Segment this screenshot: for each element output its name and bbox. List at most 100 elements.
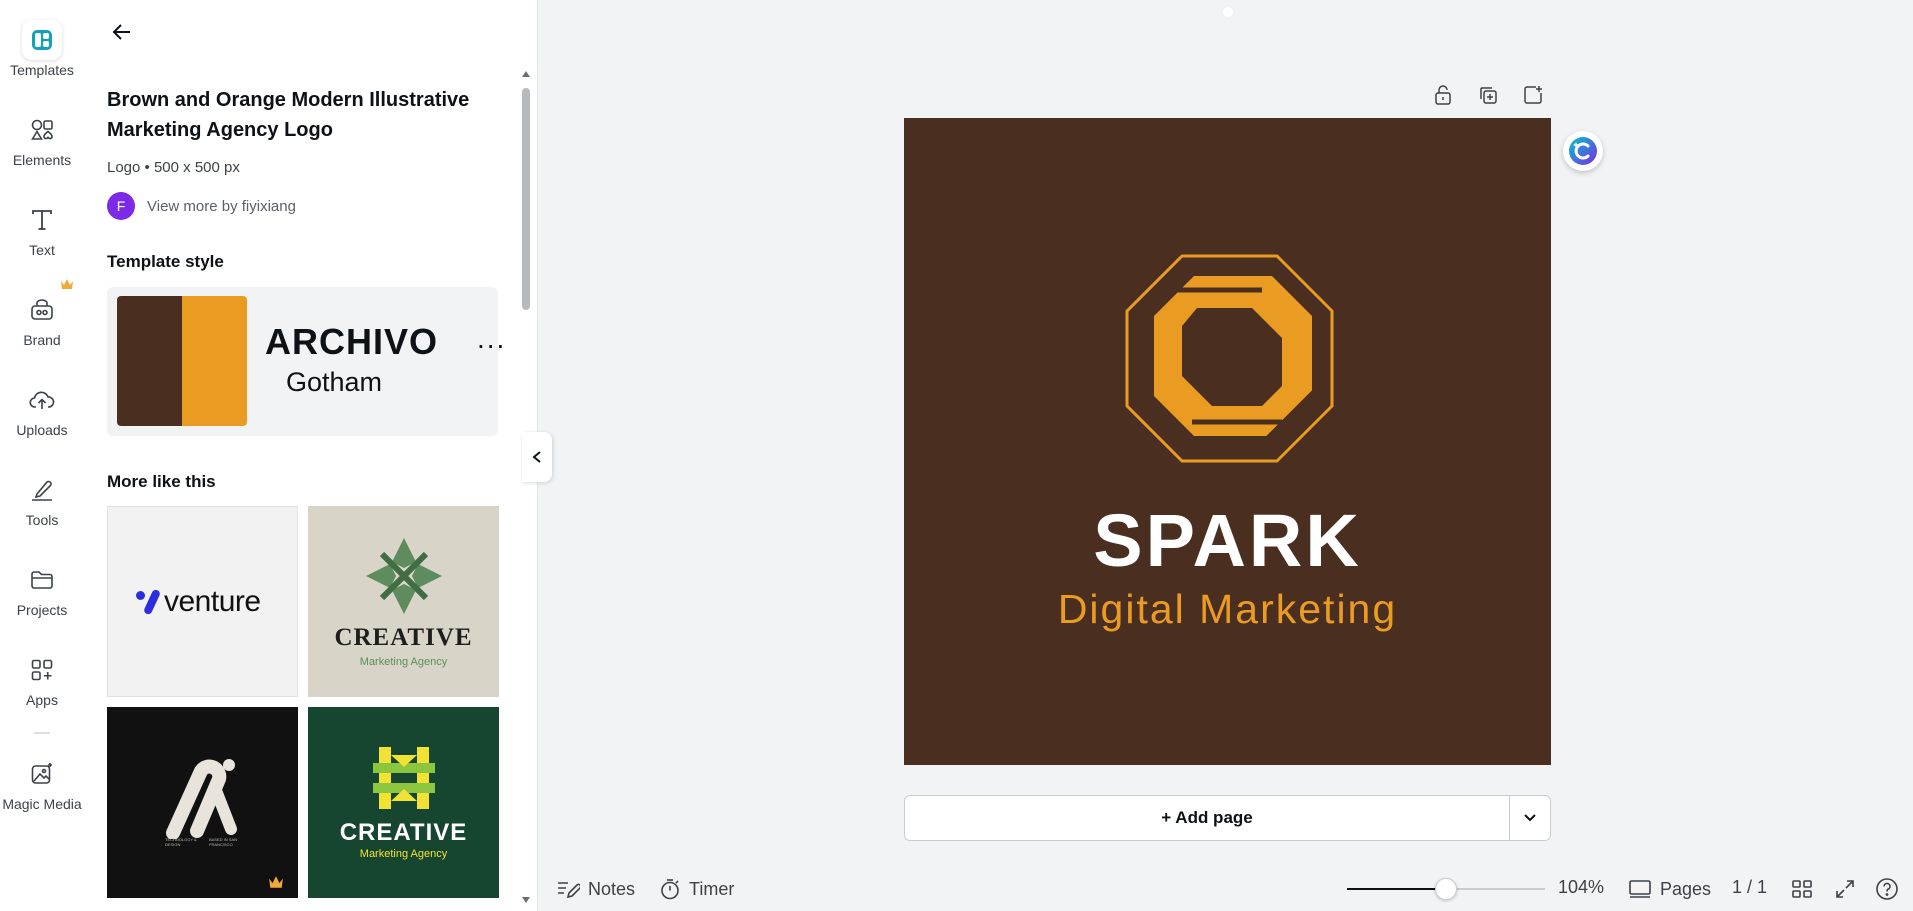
arrow-left-icon xyxy=(112,24,130,40)
template-thumb-creative-beige[interactable]: CREATIVE Marketing Agency xyxy=(308,506,499,697)
template-style-card[interactable]: ARCHIVO ... Gotham xyxy=(107,287,504,436)
rail-label-magic-media: Magic Media xyxy=(2,796,82,812)
add-page-icon-button[interactable] xyxy=(1520,82,1546,108)
chevron-down-icon xyxy=(1524,814,1536,822)
rail-item-uploads[interactable]: Uploads xyxy=(0,380,84,438)
crown-icon xyxy=(61,279,73,289)
dark-thumb-small-left: TECHNOLOGY & DESIGN xyxy=(165,837,197,847)
left-rail: Templates Elements Text Brand Uploads To… xyxy=(0,0,84,911)
author-link[interactable]: F View more by fiyixiang xyxy=(107,192,296,220)
spark-logo-emblem xyxy=(1125,254,1334,463)
font-primary: ARCHIVO xyxy=(265,321,439,362)
creative-green-subtitle: Marketing Agency xyxy=(359,848,448,860)
scroll-up-icon xyxy=(522,71,530,77)
leaf-emblem-icon xyxy=(366,538,442,614)
expand-icon xyxy=(1836,880,1854,898)
color-swatch-brown xyxy=(117,296,182,426)
rail-label-text: Text xyxy=(29,242,55,258)
pages-label: Pages xyxy=(1660,878,1712,899)
template-meta: Logo • 500 x 500 px xyxy=(107,159,240,176)
avatar: F xyxy=(107,192,135,220)
dark-thumb-small-right: BASED IN SAN FRANCISCO xyxy=(209,837,238,847)
rail-item-apps[interactable]: Apps xyxy=(0,650,84,708)
rail-label-brand: Brand xyxy=(23,332,61,348)
timer-button[interactable]: Timer xyxy=(659,875,734,903)
collapse-panel-button[interactable] xyxy=(522,432,552,482)
geometric-emblem-icon xyxy=(373,747,435,809)
notes-icon xyxy=(558,882,580,899)
venture-logo-icon xyxy=(136,589,160,615)
rail-item-elements[interactable]: Elements xyxy=(0,110,84,168)
panel-scrollbar[interactable] xyxy=(520,70,532,904)
rail-item-brand[interactable]: Brand xyxy=(0,279,84,348)
font-more: ... xyxy=(477,323,507,354)
template-thumb-dark-monogram[interactable]: TECHNOLOGY & DESIGN BASED IN SAN FRANCIS… xyxy=(107,707,298,898)
tools-icon xyxy=(22,470,62,510)
apps-icon xyxy=(22,650,62,690)
notes-label: Notes xyxy=(588,878,636,899)
more-like-this-heading: More like this xyxy=(107,472,216,491)
author-text: View more by fiyixiang xyxy=(147,197,296,215)
creative-beige-title: CREATIVE xyxy=(334,624,473,651)
rail-item-templates[interactable]: Templates xyxy=(0,20,84,78)
template-style-heading: Template style xyxy=(107,252,224,271)
canva-assistant-icon xyxy=(1569,137,1597,165)
rail-label-elements: Elements xyxy=(12,152,72,168)
fullscreen-button[interactable] xyxy=(1831,875,1859,903)
timer-label: Timer xyxy=(689,878,735,899)
duplicate-page-button[interactable] xyxy=(1475,82,1501,108)
notes-button[interactable]: Notes xyxy=(556,875,635,903)
template-title: Brown and Orange Modern Illustrative Mar… xyxy=(107,89,470,141)
projects-icon xyxy=(22,560,62,600)
creative-green-title: CREATIVE xyxy=(339,819,468,846)
design-subtitle-text[interactable]: Digital Marketing xyxy=(904,586,1551,633)
page-count: 1 / 1 xyxy=(1732,877,1768,897)
pages-button[interactable]: Pages xyxy=(1628,875,1711,903)
rail-item-projects[interactable]: Projects xyxy=(0,560,84,618)
font-secondary: Gotham xyxy=(286,367,383,397)
zoom-slider-handle[interactable] xyxy=(1435,878,1457,900)
help-button[interactable] xyxy=(1873,875,1901,903)
design-title-text[interactable]: SPARK xyxy=(904,498,1551,583)
monogram-logo-icon xyxy=(166,759,237,839)
pages-icon xyxy=(1629,880,1651,898)
rail-label-projects: Projects xyxy=(16,602,68,618)
lock-page-button[interactable] xyxy=(1430,82,1456,108)
add-page-dropdown[interactable] xyxy=(1509,795,1551,841)
timer-icon xyxy=(661,879,679,900)
help-icon xyxy=(1876,878,1898,900)
rail-label-uploads: Uploads xyxy=(16,422,68,438)
app-window: Templates Elements Text Brand Uploads To… xyxy=(0,0,1913,911)
template-details-panel: Brown and Orange Modern Illustrative Mar… xyxy=(84,0,538,911)
elements-icon xyxy=(22,110,62,150)
chevron-left-icon xyxy=(532,451,541,463)
text-icon xyxy=(22,200,62,240)
duplicate-icon xyxy=(1480,87,1497,104)
design-canvas[interactable]: SPARK Digital Marketing xyxy=(904,118,1551,765)
rail-item-tools[interactable]: Tools xyxy=(0,470,84,528)
creative-beige-subtitle: Marketing Agency xyxy=(359,656,448,668)
scrollbar-thumb[interactable] xyxy=(522,88,530,310)
zoom-level[interactable]: 104% xyxy=(1558,877,1604,898)
rail-label-apps: Apps xyxy=(26,692,58,708)
venture-logo-text: venture xyxy=(164,585,261,618)
template-thumb-venture[interactable]: venture xyxy=(107,506,298,697)
magic-media-icon xyxy=(22,754,62,794)
uploads-icon xyxy=(22,380,62,420)
zoom-slider[interactable] xyxy=(1347,878,1545,900)
premium-crown-icon xyxy=(269,876,283,888)
grid-view-icon xyxy=(1792,880,1812,898)
rail-label-tools: Tools xyxy=(25,512,59,528)
back-button[interactable] xyxy=(106,16,138,48)
rail-item-text[interactable]: Text xyxy=(0,200,84,258)
grid-view-button[interactable] xyxy=(1788,875,1816,903)
canva-assistant-button[interactable] xyxy=(1563,131,1603,171)
rail-divider xyxy=(34,732,50,734)
zoom-slider-fill xyxy=(1347,888,1446,890)
scroll-down-icon xyxy=(522,897,530,903)
template-thumb-creative-green[interactable]: CREATIVE Marketing Agency xyxy=(308,707,499,898)
add-page-icon xyxy=(1524,86,1542,104)
add-page-button[interactable]: + Add page xyxy=(904,795,1510,841)
rail-item-magic-media[interactable]: Magic Media xyxy=(0,754,84,812)
page-indicator-dot xyxy=(1223,7,1233,17)
